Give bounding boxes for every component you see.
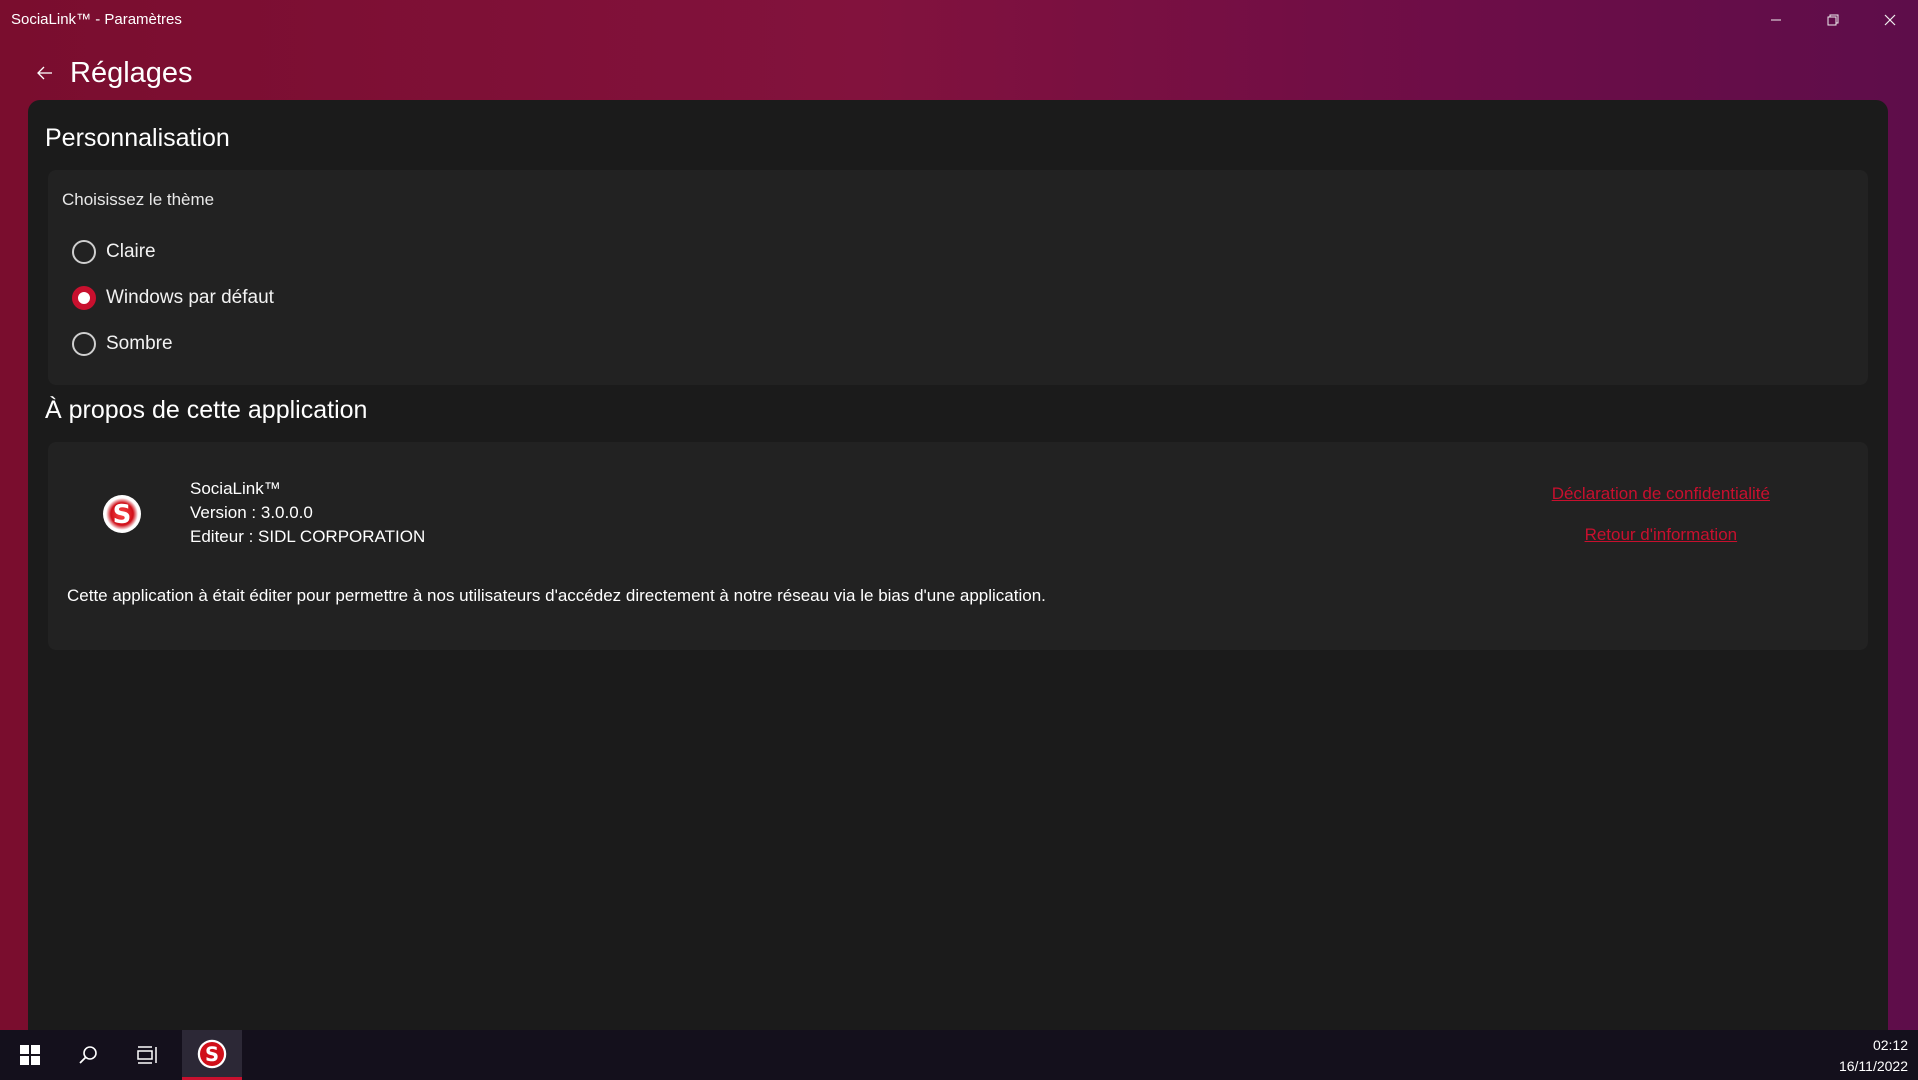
socialink-app-icon: S: [197, 1039, 227, 1068]
close-icon: [1884, 14, 1895, 26]
minimize-icon: [1770, 19, 1781, 21]
page-title: Réglages: [70, 56, 193, 89]
app-info: SociaLink™ Version : 3.0.0.0 Editeur : S…: [190, 477, 425, 549]
search-icon: [79, 1046, 97, 1064]
about-section-title: À propos de cette application: [45, 396, 368, 424]
radio-button-selected[interactable]: [72, 286, 96, 310]
windows-start-icon: [20, 1045, 40, 1065]
radio-button[interactable]: [72, 332, 96, 356]
about-card: S SociaLink™ Version : 3.0.0.0 Editeur :…: [48, 442, 1868, 650]
start-button[interactable]: [0, 1030, 60, 1080]
close-button[interactable]: [1861, 0, 1918, 40]
theme-option-dark[interactable]: Sombre: [72, 329, 173, 359]
taskbar: S 02:12 16/11/2022: [0, 1030, 1918, 1080]
window-title: SociaLink™ - Paramètres: [11, 11, 182, 28]
back-button[interactable]: [30, 58, 60, 88]
theme-card: Choisissez le thème Claire Windows par d…: [48, 170, 1868, 385]
radio-label: Sombre: [106, 333, 173, 354]
app-publisher: Editeur : SIDL CORPORATION: [190, 527, 426, 546]
back-arrow-icon: [37, 66, 52, 80]
radio-button[interactable]: [72, 240, 96, 264]
theme-option-windows-default[interactable]: Windows par défaut: [72, 283, 274, 313]
about-links: Déclaration de confidentialité Retour d'…: [1552, 484, 1770, 545]
privacy-link[interactable]: Déclaration de confidentialité: [1552, 484, 1770, 504]
task-view-icon: [137, 1046, 157, 1064]
personalization-section-title: Personnalisation: [45, 124, 230, 152]
app-name: SociaLink™: [190, 479, 281, 498]
feedback-link[interactable]: Retour d'information: [1552, 525, 1770, 545]
search-button[interactable]: [58, 1030, 118, 1080]
clock-time: 02:12: [1872, 1037, 1908, 1053]
restore-icon: [1827, 14, 1838, 26]
page-header: Réglages: [30, 50, 193, 96]
socialink-taskbar-button[interactable]: S: [182, 1030, 242, 1080]
radio-label: Windows par défaut: [106, 287, 274, 308]
app-description: Cette application à était éditer pour pe…: [67, 586, 1046, 605]
svg-text:S: S: [205, 1042, 219, 1065]
task-view-button[interactable]: [118, 1030, 178, 1080]
system-clock[interactable]: 02:12 16/11/2022: [1839, 1035, 1908, 1077]
minimize-button[interactable]: [1747, 0, 1804, 40]
restore-button[interactable]: [1804, 0, 1861, 40]
app-version: Version : 3.0.0.0: [190, 503, 313, 522]
socialink-logo-icon: S: [103, 495, 141, 533]
clock-date: 16/11/2022: [1838, 1058, 1908, 1074]
radio-label: Claire: [106, 241, 156, 262]
logo-letter: S: [113, 500, 132, 530]
settings-panel: Personnalisation Choisissez le thème Cla…: [28, 100, 1888, 1030]
theme-option-light[interactable]: Claire: [72, 237, 156, 267]
theme-label: Choisissez le thème: [62, 190, 215, 209]
title-bar: SociaLink™ - Paramètres: [0, 0, 1918, 40]
